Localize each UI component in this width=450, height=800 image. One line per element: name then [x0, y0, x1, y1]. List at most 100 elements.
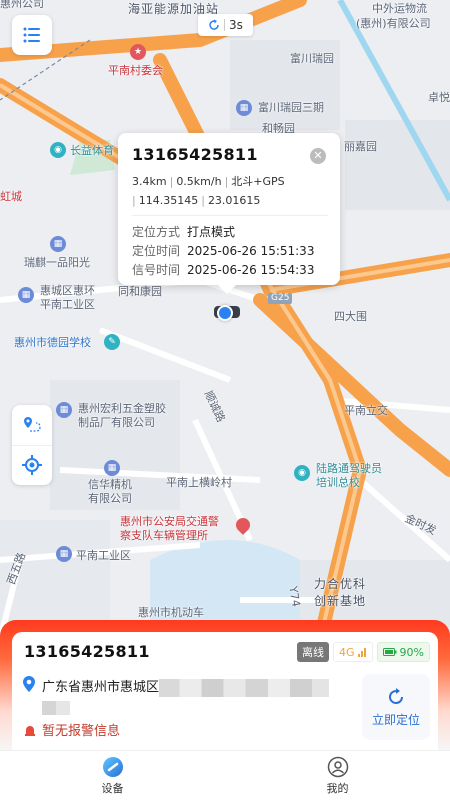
tab-label: 设备 — [101, 781, 124, 795]
building-icon: ▦ — [56, 402, 72, 418]
row-key: 信号时间 — [132, 263, 181, 277]
building-icon: ▦ — [56, 546, 72, 562]
track-button[interactable] — [12, 405, 52, 445]
row-key: 定位方式 — [132, 225, 181, 239]
divider — [224, 19, 226, 31]
map-label: 力合优科 — [314, 577, 367, 591]
bottom-tab-bar: 设备 我的 — [0, 750, 450, 800]
popup-stats: 3.4km | 0.5km/h | 北斗+GPS | 114.35145 | 23.01615 — [132, 175, 285, 207]
locate-me-button[interactable] — [12, 444, 52, 486]
map-label: 平南村委会 — [108, 64, 163, 77]
map-label: 惠州宏利五金塑胶 — [78, 402, 166, 415]
device-card[interactable]: 13165425811 离线 4G 90% 广东省惠州市惠城区 暂无报警信息 立… — [12, 632, 438, 750]
longitude: 114.35145 — [138, 194, 199, 207]
tab-label: 我的 — [326, 781, 349, 795]
address: 广东省惠州市惠城区 — [22, 676, 330, 715]
map-label: 富川瑞园三期 — [258, 101, 324, 114]
map-label: 察支队车辆管理所 — [120, 529, 208, 542]
speed: 0.5km/h — [176, 175, 222, 188]
status-badge: 离线 — [297, 642, 330, 662]
map-tools — [12, 405, 52, 485]
map-view[interactable]: 海亚能源加油站 惠州公司 ★ 平南村委会 富川瑞园 ▦ 富川瑞园三期 和畅园 丽… — [0, 0, 450, 640]
popup-row: 定位时间 2025-06-26 15:51:33 — [132, 242, 328, 261]
menu-button[interactable] — [12, 15, 52, 55]
map-label: 虹城 — [0, 190, 22, 203]
map-poi[interactable]: ▦ — [56, 402, 72, 418]
building-icon: ▦ — [104, 460, 120, 476]
map-label: 有限公司 — [88, 492, 132, 505]
latitude: 23.01615 — [207, 194, 261, 207]
alarm-status: 暂无报警信息 — [24, 720, 120, 739]
tab-device[interactable]: 设备 — [0, 751, 225, 800]
network-badge: 4G — [333, 642, 373, 662]
map-label: 培训总校 — [316, 476, 360, 489]
row-key: 定位时间 — [132, 244, 181, 258]
map-poi[interactable]: ◉ — [294, 465, 310, 481]
signal-icon — [357, 647, 366, 657]
close-icon[interactable]: ✕ — [310, 148, 326, 164]
map-label: 陆路通驾驶员 — [316, 462, 382, 475]
location-pin-icon — [23, 676, 35, 692]
refresh-icon — [209, 19, 219, 30]
current-location-marker[interactable] — [217, 305, 233, 321]
network-type: 4G — [339, 645, 355, 659]
device-number: 13165425811 — [24, 642, 150, 661]
list-menu-icon — [23, 27, 40, 43]
map-label: 平南工业区 — [40, 298, 95, 311]
map-poi[interactable]: ✎ — [104, 334, 120, 350]
alarm-text: 暂无报警信息 — [42, 724, 121, 739]
refresh-icon — [389, 687, 404, 704]
address-text: 广东省惠州市惠城区 — [42, 680, 160, 695]
map-label: 中外运物流 — [372, 2, 427, 15]
map-label: (惠州)有限公司 — [356, 17, 431, 30]
distance: 3.4km — [132, 175, 167, 188]
route-pin-icon — [24, 416, 41, 432]
positioning-mode: 北斗+GPS — [231, 175, 285, 188]
row-value: 打点模式 — [187, 225, 236, 239]
tab-mine[interactable]: 我的 — [225, 751, 450, 800]
device-tab-icon — [102, 756, 123, 777]
battery-level: 90% — [399, 645, 424, 659]
map-poi[interactable] — [233, 515, 253, 535]
map-label: 同和康园 — [118, 285, 162, 298]
popup-title: 13165425811 — [132, 145, 258, 164]
map-poi[interactable]: ▦ — [50, 236, 66, 252]
divider — [132, 215, 328, 216]
row-value: 2025-06-26 15:54:33 — [187, 263, 315, 277]
location-pin-icon — [233, 515, 253, 535]
map-poi[interactable]: ▦ — [104, 460, 120, 476]
map-label: 卓悦 — [428, 91, 450, 104]
redacted-address — [159, 678, 330, 697]
map-label: 平南上横岭村 — [166, 476, 232, 489]
map-poi[interactable]: ★ — [130, 44, 146, 60]
redacted-address — [42, 700, 70, 715]
map-label: 惠州公司 — [0, 0, 44, 10]
battery-badge: 90% — [376, 642, 430, 662]
row-value: 2025-06-26 15:51:33 — [187, 244, 315, 258]
locate-now-button[interactable]: 立即定位 — [362, 674, 430, 740]
map-label: 创新基地 — [314, 594, 367, 608]
map-poi[interactable]: ▦ — [236, 100, 252, 116]
map-label: 富川瑞园 — [290, 52, 334, 65]
device-info-popup: 13165425811 ✕ 3.4km | 0.5km/h | 北斗+GPS | 114.… — [118, 133, 340, 294]
map-label: 制品厂有限公司 — [78, 416, 155, 429]
map-label: 惠城区惠环 — [40, 284, 95, 297]
battery-icon — [382, 648, 397, 656]
school-icon: ✎ — [104, 334, 120, 350]
map-poi[interactable]: ◉ — [50, 142, 66, 158]
map-label: 丽嘉园 — [344, 140, 377, 153]
map-label: 信华精机 — [88, 478, 132, 491]
auto-refresh-control[interactable]: 3s — [198, 14, 253, 36]
map-poi[interactable]: ▦ — [18, 287, 34, 303]
driving-school-icon: ◉ — [294, 465, 310, 481]
road-shield: G25 — [268, 293, 293, 304]
popup-row: 定位方式 打点模式 — [132, 223, 328, 242]
map-label: 平南立交 — [344, 404, 388, 417]
map-label: 四大围 — [334, 310, 367, 323]
building-icon: ▦ — [50, 236, 66, 252]
map-poi[interactable]: ▦ — [56, 546, 72, 562]
building-icon: ▦ — [18, 287, 34, 303]
alarm-siren-icon — [25, 725, 35, 736]
user-icon — [327, 756, 348, 777]
map-label: 惠州市机动车 — [138, 606, 204, 619]
